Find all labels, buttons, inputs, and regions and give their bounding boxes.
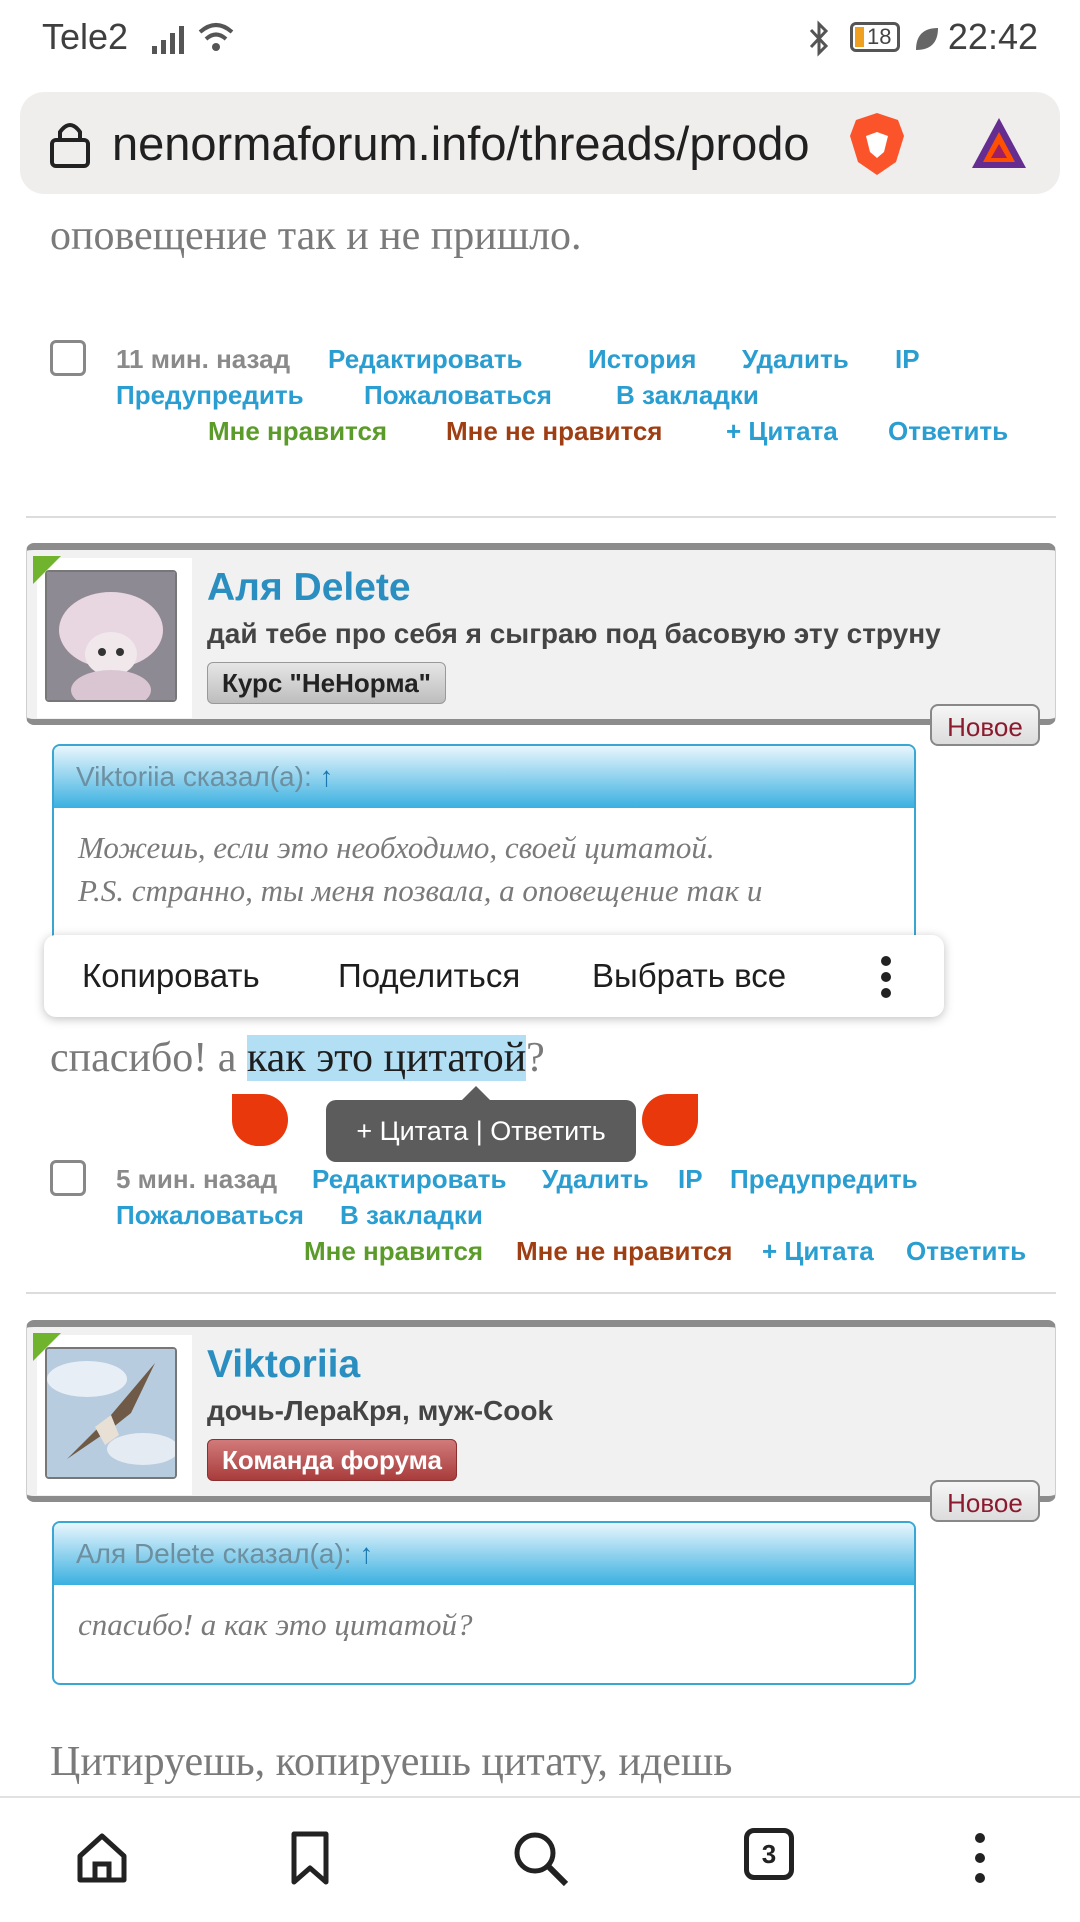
post-text-after: ? xyxy=(526,1035,545,1081)
leaf-icon xyxy=(916,28,938,50)
tab-count: 3 xyxy=(761,1839,777,1869)
bottom-toolbar: 3 xyxy=(0,1796,1080,1922)
address-bar[interactable]: nenormaforum.info/threads/prodo xyxy=(20,92,1060,194)
user-rank-badge: Команда форума xyxy=(207,1439,457,1481)
battery-level: 18 xyxy=(867,24,892,49)
quote-header[interactable]: Аля Delete сказал(а): ↑ xyxy=(54,1523,914,1585)
post-text: Цитируешь, копируешь цитату, идешь xyxy=(50,1739,733,1785)
warn-link[interactable]: Предупредить xyxy=(730,1164,918,1195)
quote-jump-arrow[interactable]: ↑ xyxy=(320,761,334,792)
history-link[interactable]: История xyxy=(588,344,696,375)
bookmark-link[interactable]: В закладки xyxy=(340,1200,483,1231)
quote-reply-popup[interactable]: + Цитата | Ответить xyxy=(326,1086,636,1162)
post-author-card: Аля Delete дай тебе про себя я сыграю по… xyxy=(26,543,1056,725)
ip-link[interactable]: IP xyxy=(895,344,920,375)
post-text: спасибо! а как это цитатой? xyxy=(50,1034,545,1082)
user-rank-badge: Курс "НеНорма" xyxy=(207,662,446,704)
avatar[interactable] xyxy=(45,1347,177,1479)
user-title: дай тебе про себя я сыграю под басовую э… xyxy=(207,618,941,649)
quote-author: Аля Delete сказал(а): xyxy=(76,1538,352,1569)
report-link[interactable]: Пожаловаться xyxy=(116,1200,304,1231)
post-time[interactable]: 5 мин. назад xyxy=(116,1164,277,1195)
quote-header[interactable]: Viktoriia сказал(а): ↑ xyxy=(54,746,914,808)
more-icon[interactable] xyxy=(950,1828,1010,1888)
post-text: оповещение так и не пришло. xyxy=(50,213,582,259)
status-bar: Tele2 18 22:42 xyxy=(0,0,1080,78)
select-all-menu-item[interactable]: Выбрать все xyxy=(592,957,786,995)
share-menu-item[interactable]: Поделиться xyxy=(338,957,520,995)
add-quote-link[interactable]: + Цитата xyxy=(762,1236,874,1267)
edit-link[interactable]: Редактировать xyxy=(312,1164,506,1195)
reply-link[interactable]: Ответить xyxy=(888,416,1008,447)
report-link[interactable]: Пожаловаться xyxy=(364,380,552,411)
text-selection-menu: Копировать Поделиться Выбрать все xyxy=(44,935,944,1017)
dislike-link[interactable]: Мне не нравится xyxy=(516,1236,732,1267)
brave-shield-icon[interactable] xyxy=(846,110,908,178)
edit-link[interactable]: Редактировать xyxy=(328,344,522,375)
quote-body: спасибо! а как это цитатой? xyxy=(78,1607,473,1642)
quote-line: Можешь, если это необходимо, своей цитат… xyxy=(78,830,715,865)
tabs-icon[interactable]: 3 xyxy=(744,1828,794,1880)
avatar[interactable] xyxy=(45,570,177,702)
bat-rewards-icon[interactable] xyxy=(968,114,1030,172)
bookmark-icon[interactable] xyxy=(280,1828,340,1888)
new-post-badge: Новое xyxy=(930,704,1040,746)
warn-link[interactable]: Предупредить xyxy=(116,380,304,411)
select-post-checkbox[interactable] xyxy=(50,1160,86,1196)
falcon-avatar-image xyxy=(47,1349,175,1477)
post-author-card: Viktoriia дочь-ЛераКря, муж-Cook Команда… xyxy=(26,1320,1056,1502)
clock: 22:42 xyxy=(947,16,1038,57)
new-post-badge: Новое xyxy=(930,1480,1040,1522)
bookmark-link[interactable]: В закладки xyxy=(616,380,759,411)
wifi-icon xyxy=(198,23,234,51)
reply-link[interactable]: Ответить xyxy=(906,1236,1026,1267)
selection-start-handle[interactable] xyxy=(232,1094,288,1146)
quote-author: Viktoriia сказал(а): xyxy=(76,761,312,792)
delete-link[interactable]: Удалить xyxy=(742,344,849,375)
cat-avatar-image xyxy=(47,572,175,700)
more-options-icon[interactable] xyxy=(878,955,894,999)
lock-icon xyxy=(50,123,90,168)
carrier-label: Tele2 xyxy=(42,16,129,57)
avatar-frame xyxy=(33,1333,192,1495)
quote-body: Можешь, если это необходимо, своей цитат… xyxy=(54,808,914,930)
signal-icon xyxy=(152,26,184,54)
user-title: дочь-ЛераКря, муж-Cook xyxy=(207,1395,554,1426)
selection-end-handle[interactable] xyxy=(642,1094,698,1146)
avatar-frame xyxy=(33,556,192,718)
username[interactable]: Viktoriia xyxy=(207,1343,360,1387)
select-post-checkbox[interactable] xyxy=(50,340,86,376)
post-text-before: спасибо! а xyxy=(50,1035,247,1081)
post-time[interactable]: 11 мин. назад xyxy=(116,344,290,375)
post-divider xyxy=(26,516,1056,518)
quote-jump-arrow[interactable]: ↑ xyxy=(359,1538,373,1569)
search-icon[interactable] xyxy=(510,1828,570,1888)
url-text[interactable]: nenormaforum.info/threads/prodo xyxy=(112,116,832,171)
delete-link[interactable]: Удалить xyxy=(542,1164,649,1195)
quote-line: P.S. странно, ты меня позвала, а оповеще… xyxy=(78,873,763,908)
copy-menu-item[interactable]: Копировать xyxy=(82,957,260,995)
ip-link[interactable]: IP xyxy=(678,1164,703,1195)
dislike-link[interactable]: Мне не нравится xyxy=(446,416,662,447)
like-link[interactable]: Мне нравится xyxy=(304,1236,483,1267)
battery-icon: 18 xyxy=(850,22,900,52)
selected-text[interactable]: как это цитатой xyxy=(246,1035,527,1081)
username[interactable]: Аля Delete xyxy=(207,566,411,610)
home-icon[interactable] xyxy=(72,1828,132,1888)
like-link[interactable]: Мне нравится xyxy=(208,416,387,447)
bluetooth-icon xyxy=(809,20,829,57)
quote-block: Viktoriia сказал(а): ↑ Можешь, если это … xyxy=(52,744,916,944)
add-quote-link[interactable]: + Цитата xyxy=(726,416,838,447)
post-divider xyxy=(26,1292,1056,1294)
quote-block: Аля Delete сказал(а): ↑ спасибо! а как э… xyxy=(52,1521,916,1685)
